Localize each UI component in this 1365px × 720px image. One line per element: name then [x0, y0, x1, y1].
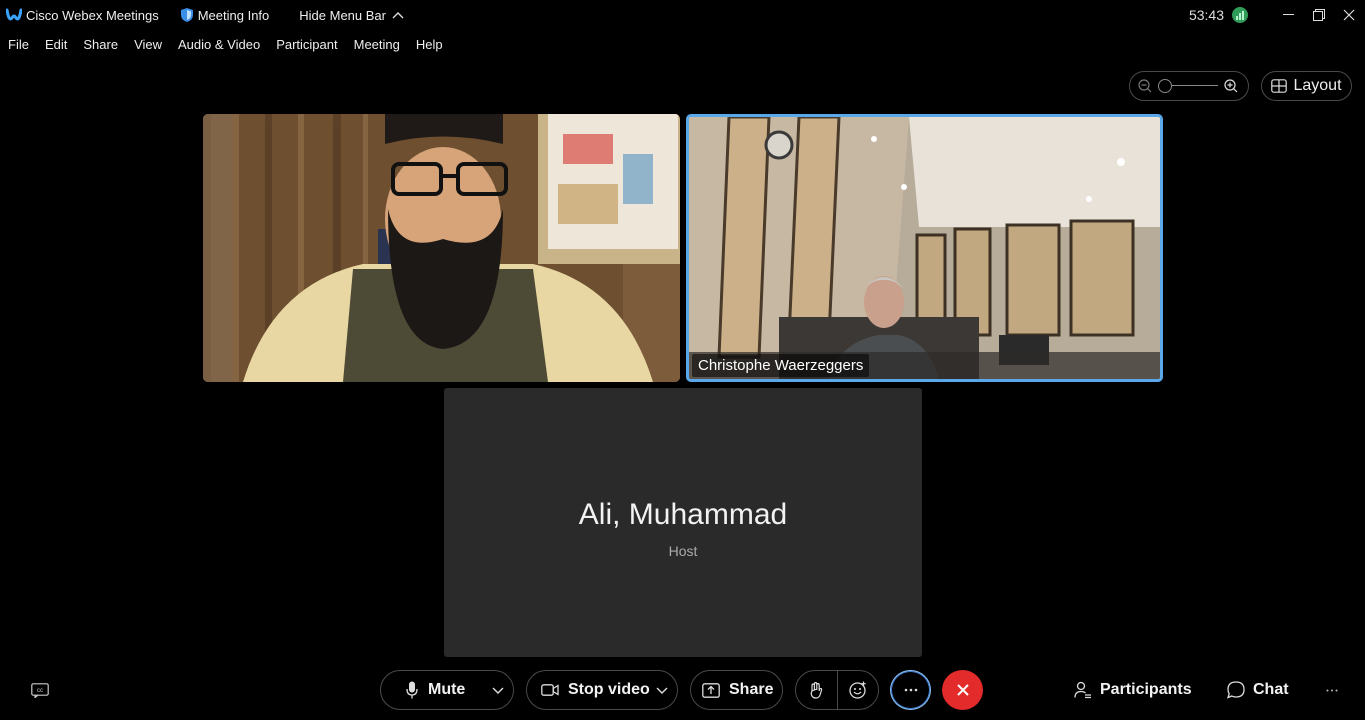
video-tile-participant-1[interactable] [203, 114, 680, 382]
hide-menu-label: Hide Menu Bar [299, 7, 386, 23]
participant-role: Host [668, 543, 698, 559]
zoom-slider[interactable] [1158, 79, 1218, 93]
video-camera-icon [541, 684, 559, 696]
end-meeting-button[interactable] [942, 670, 983, 710]
participant-video-feed [689, 117, 1160, 379]
close-icon [1343, 9, 1355, 21]
overflow-button[interactable] [1322, 680, 1342, 700]
zoom-in-icon[interactable] [1224, 79, 1238, 93]
svg-text:cc: cc [37, 688, 43, 694]
overflow-icon [1326, 689, 1338, 691]
participants-icon [1074, 681, 1091, 699]
more-options-button[interactable] [890, 670, 931, 710]
menu-meeting[interactable]: Meeting [354, 37, 400, 52]
zoom-slider-knob[interactable] [1158, 79, 1172, 93]
participants-button[interactable]: Participants [1074, 672, 1192, 708]
chevron-down-icon[interactable] [492, 685, 504, 695]
menu-participant[interactable]: Participant [276, 37, 337, 52]
chevron-down-icon[interactable] [656, 685, 668, 695]
minimize-icon [1283, 14, 1294, 15]
reactions-button[interactable] [837, 671, 878, 709]
layout-button[interactable]: Layout [1261, 71, 1352, 101]
microphone-icon [406, 681, 418, 699]
meeting-timer: 53:43 [1188, 7, 1224, 23]
chat-button[interactable]: Chat [1227, 672, 1289, 708]
more-options-icon [904, 688, 917, 692]
chat-label: Chat [1253, 681, 1289, 698]
menu-edit[interactable]: Edit [45, 37, 67, 52]
menu-help[interactable]: Help [416, 37, 443, 52]
chat-icon [1227, 681, 1245, 699]
raise-hand-button[interactable] [796, 671, 837, 709]
participant-name: Ali, Muhammad [578, 498, 788, 531]
reactions-group [795, 670, 879, 710]
network-quality-icon[interactable] [1232, 7, 1248, 23]
mute-label: Mute [428, 681, 466, 698]
closed-captions-icon: cc [31, 682, 49, 698]
reactions-icon [849, 681, 866, 699]
share-button[interactable]: Share [690, 670, 783, 710]
menu-file[interactable]: File [8, 37, 29, 52]
video-tile-christophe-waerzeggers[interactable]: Christophe Waerzeggers [686, 114, 1163, 382]
layout-label: Layout [1293, 77, 1342, 94]
participant-name-label: Christophe Waerzeggers [692, 354, 870, 377]
closed-captions-button[interactable]: cc [30, 681, 50, 699]
menu-bar: File Edit Share View Audio & Video Parti… [0, 34, 451, 54]
app-title: Cisco Webex Meetings [26, 7, 159, 23]
menu-share[interactable]: Share [83, 37, 118, 52]
menu-view[interactable]: View [134, 37, 162, 52]
menu-audio-video[interactable]: Audio & Video [178, 37, 260, 52]
minimize-button[interactable] [1274, 0, 1304, 30]
zoom-out-icon[interactable] [1138, 79, 1152, 93]
chevron-up-icon [392, 12, 404, 19]
video-label: Stop video [568, 681, 650, 698]
restore-icon [1313, 9, 1325, 21]
end-meeting-icon [956, 684, 969, 696]
meeting-info-button[interactable]: Meeting Info [180, 7, 270, 23]
meeting-info-label: Meeting Info [197, 7, 270, 23]
title-bar: Cisco Webex Meetings Meeting Info Hide M… [0, 0, 1365, 30]
zoom-control [1129, 71, 1249, 101]
hide-menu-bar-button[interactable]: Hide Menu Bar [299, 8, 404, 23]
share-label: Share [729, 681, 774, 698]
layout-grid-icon [1271, 79, 1288, 93]
webex-logo-icon [6, 8, 22, 22]
shield-icon [180, 8, 193, 22]
restore-button[interactable] [1304, 0, 1334, 30]
raise-hand-icon [810, 681, 823, 699]
video-tile-ali-muhammad[interactable]: Ali, Muhammad Host [444, 388, 922, 657]
mute-button[interactable]: Mute [380, 670, 514, 710]
share-screen-icon [702, 682, 720, 698]
stop-video-button[interactable]: Stop video [526, 670, 678, 710]
participant-video-feed [203, 114, 680, 382]
participants-label: Participants [1100, 681, 1192, 698]
close-button[interactable] [1334, 0, 1364, 30]
